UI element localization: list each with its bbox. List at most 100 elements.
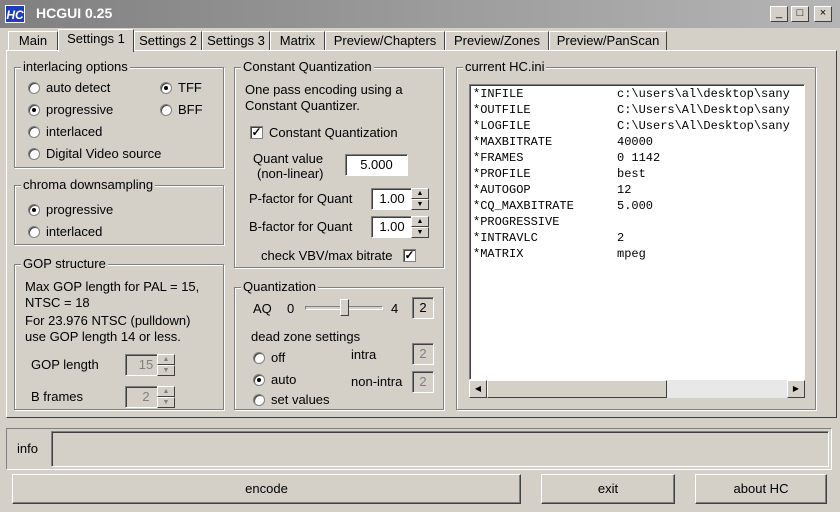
- spin-up-icon: ▲: [157, 354, 175, 365]
- tab-settings-3[interactable]: Settings 3: [202, 31, 270, 51]
- tff-label: TFF: [178, 80, 202, 95]
- cq-desc-2: Constant Quantizer.: [245, 98, 360, 113]
- ini-line: *AUTOGOP 12: [473, 183, 632, 197]
- ini-line: *INFILE c:\users\al\desktop\sany: [473, 87, 790, 101]
- cq-group-title: Constant Quantization: [241, 59, 374, 74]
- gop-length-label: GOP length: [31, 357, 99, 372]
- bfactor-label: B-factor for Quant: [249, 219, 353, 234]
- cq-checkbox[interactable]: ✓: [250, 126, 263, 139]
- bframes-label: B frames: [31, 389, 84, 404]
- scroll-right-icon[interactable]: ▶: [787, 380, 805, 398]
- scroll-left-icon[interactable]: ◀: [469, 380, 487, 398]
- quantization-group-title: Quantization: [241, 279, 318, 294]
- gop-note-2: NTSC = 18: [25, 295, 90, 310]
- aq-label: AQ: [253, 301, 272, 316]
- info-panel: info: [6, 428, 832, 470]
- bff-label: BFF: [178, 102, 203, 117]
- radio-deadzone-set-values[interactable]: [253, 394, 265, 406]
- maximize-button[interactable]: □: [791, 6, 809, 22]
- ini-line: *CQ_MAXBITRATE 5.000: [473, 199, 654, 213]
- interlacing-group: interlacing options auto detect progress…: [14, 59, 224, 168]
- tab-settings-1[interactable]: Settings 1: [58, 29, 134, 52]
- ini-text-area[interactable]: *INFILE c:\users\al\desktop\sany *OUTFILE…: [469, 84, 805, 380]
- radio-progressive[interactable]: [28, 104, 40, 116]
- info-text: [51, 431, 829, 467]
- aq-min-label: 0: [287, 301, 295, 316]
- tab-matrix[interactable]: Matrix: [270, 31, 325, 51]
- quant-value-field[interactable]: 5.000: [345, 154, 408, 176]
- app-icon: HC: [5, 5, 25, 23]
- bfactor-field[interactable]: 1.00: [371, 216, 413, 238]
- vbv-checkbox[interactable]: ✓: [403, 249, 416, 262]
- minimize-button[interactable]: _: [770, 6, 788, 22]
- spin-up-icon[interactable]: ▲: [411, 216, 429, 227]
- cq-desc-1: One pass encoding using a: [245, 82, 403, 97]
- tab-preview-chapters[interactable]: Preview/Chapters: [325, 31, 445, 51]
- nonintra-label: non-intra: [351, 374, 403, 389]
- aq-slider-thumb[interactable]: [340, 299, 349, 316]
- radio-auto-detect[interactable]: [28, 82, 40, 94]
- deadzone-off-label: off: [271, 350, 286, 365]
- aq-max-label: 4: [391, 301, 399, 316]
- encode-button[interactable]: encode: [12, 474, 521, 504]
- aq-value-field: 2: [412, 297, 434, 319]
- vbv-label: check VBV/max bitrate: [261, 248, 393, 263]
- chroma-group: chroma downsampling progressive interlac…: [14, 177, 224, 245]
- spin-down-icon[interactable]: ▼: [411, 227, 429, 238]
- radio-tff[interactable]: [160, 82, 172, 94]
- pfactor-label: P-factor for Quant: [249, 191, 353, 206]
- chroma-interlaced-label: interlaced: [46, 224, 103, 239]
- chroma-group-title: chroma downsampling: [21, 177, 156, 192]
- deadzone-auto-label: auto: [271, 372, 297, 387]
- radio-bff[interactable]: [160, 104, 172, 116]
- ini-line: *MAXBITRATE 40000: [473, 135, 654, 149]
- gop-group: GOP structure Max GOP length for PAL = 1…: [14, 256, 224, 410]
- quant-value-sublabel: (non-linear): [257, 166, 324, 181]
- radio-digital-video-source[interactable]: [28, 148, 40, 160]
- scroll-thumb[interactable]: [487, 380, 667, 398]
- digital-video-source-label: Digital Video source: [46, 146, 162, 161]
- spin-down-icon[interactable]: ▼: [411, 199, 429, 210]
- gop-note-3: For 23.976 NTSC (pulldown): [25, 313, 191, 328]
- ini-horizontal-scrollbar[interactable]: ◀ ▶: [469, 380, 805, 398]
- deadzone-label: dead zone settings: [251, 329, 361, 344]
- radio-deadzone-off[interactable]: [253, 352, 265, 364]
- ini-line: *PROGRESSIVE: [473, 215, 560, 229]
- tab-main[interactable]: Main: [8, 31, 58, 51]
- title-bar[interactable]: HC HCGUI 0.25 _ □ ×: [0, 0, 840, 28]
- tab-settings-2[interactable]: Settings 2: [134, 31, 202, 51]
- gop-note-4: use GOP length 14 or less.: [25, 329, 181, 344]
- chroma-progressive-label: progressive: [46, 202, 114, 217]
- progressive-label: progressive: [46, 102, 114, 117]
- spin-up-icon: ▲: [157, 386, 175, 397]
- window-title: HCGUI 0.25: [36, 5, 113, 21]
- quantization-group: Quantization AQ 0 4 2 dead zone settings…: [234, 279, 444, 410]
- gop-length-spinner: ▲ ▼: [157, 354, 175, 376]
- bframes-spinner: ▲ ▼: [157, 386, 175, 408]
- interlacing-group-title: interlacing options: [21, 59, 130, 74]
- nonintra-field: 2: [412, 371, 434, 393]
- pfactor-field[interactable]: 1.00: [371, 188, 413, 210]
- bfactor-spinner[interactable]: ▲ ▼: [411, 216, 429, 238]
- ini-line: *OUTFILE C:\Users\Al\Desktop\sany: [473, 103, 790, 117]
- spin-up-icon[interactable]: ▲: [411, 188, 429, 199]
- app-window: HC HCGUI 0.25 _ □ × Main Settings 1 Sett…: [0, 0, 840, 512]
- ini-group-title: current HC.ini: [463, 59, 547, 74]
- ini-line: *LOGFILE C:\Users\Al\Desktop\sany: [473, 119, 790, 133]
- tab-preview-zones[interactable]: Preview/Zones: [445, 31, 549, 51]
- exit-button[interactable]: exit: [541, 474, 675, 504]
- quant-value-label: Quant value: [253, 151, 324, 166]
- cq-checkbox-label: Constant Quantization: [269, 125, 398, 140]
- cq-group: Constant Quantization One pass encoding …: [234, 59, 444, 268]
- radio-interlaced[interactable]: [28, 126, 40, 138]
- tab-preview-panscan[interactable]: Preview/PanScan: [549, 31, 667, 51]
- pfactor-spinner[interactable]: ▲ ▼: [411, 188, 429, 210]
- interlaced-label: interlaced: [46, 124, 103, 139]
- ini-line: *PROFILE best: [473, 167, 646, 181]
- about-button[interactable]: about HC: [695, 474, 827, 504]
- radio-deadzone-auto[interactable]: [253, 374, 265, 386]
- radio-chroma-interlaced[interactable]: [28, 226, 40, 238]
- close-button[interactable]: ×: [814, 6, 832, 22]
- radio-chroma-progressive[interactable]: [28, 204, 40, 216]
- ini-line: *MATRIX mpeg: [473, 247, 646, 261]
